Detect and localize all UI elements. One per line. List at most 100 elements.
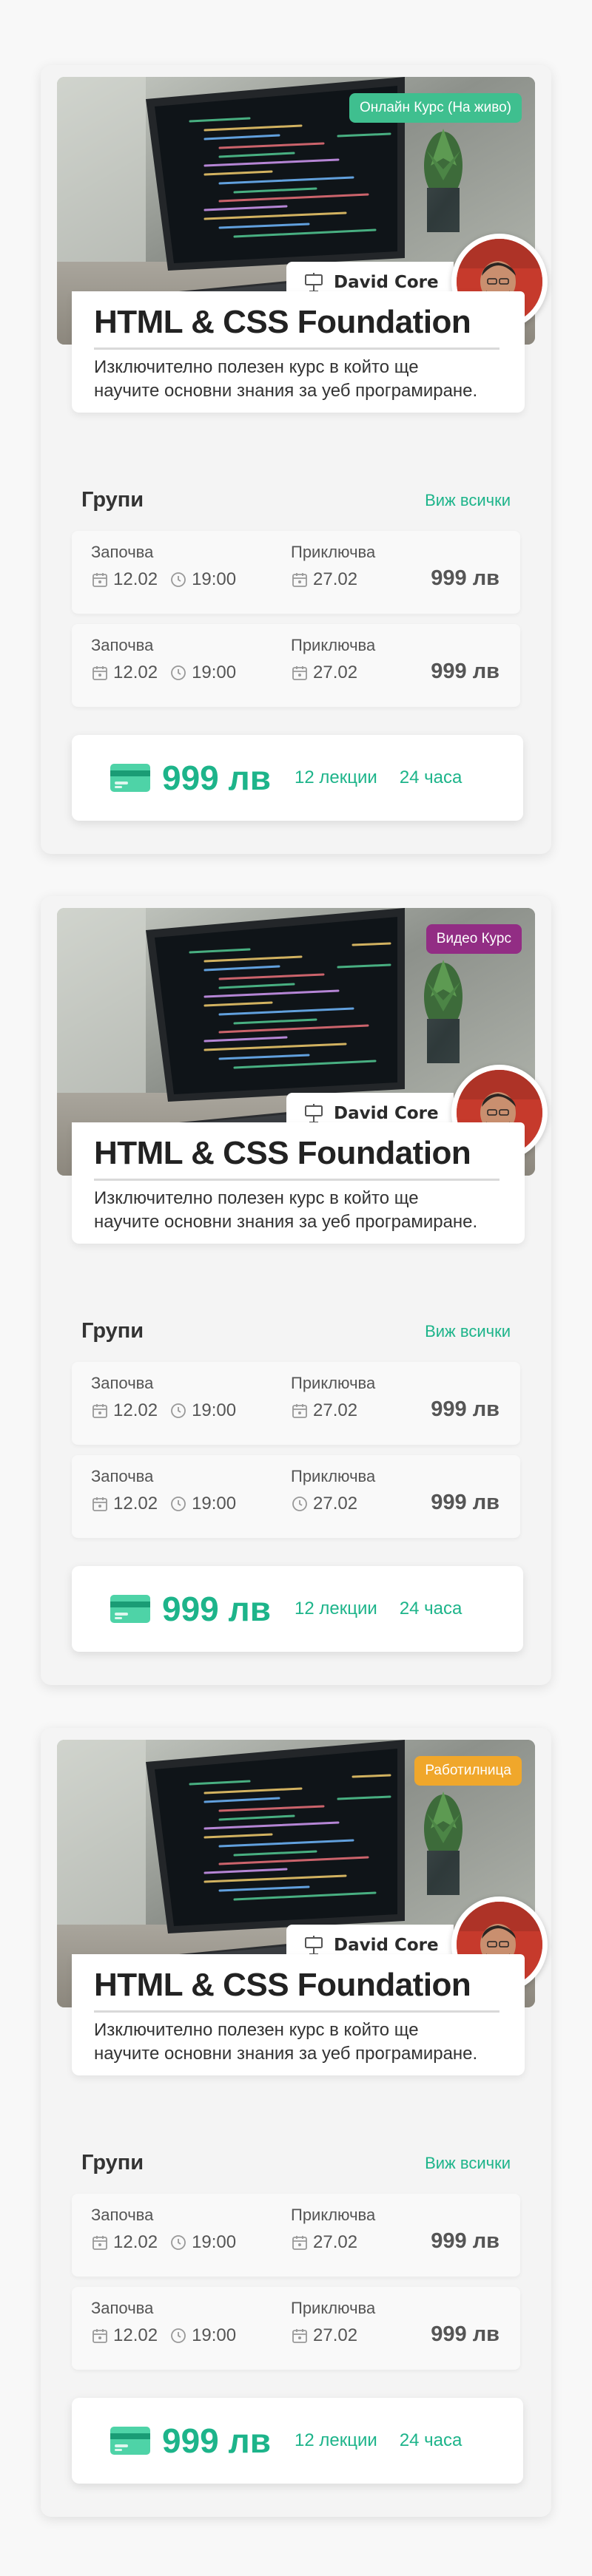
group-start: Започва 12.02 19:00 <box>91 1374 236 1421</box>
start-date: 12.02 <box>113 1400 158 1420</box>
group-end: Приключва 27.02 <box>291 1374 375 1421</box>
groups-header: Групи Виж всички <box>81 1319 511 1343</box>
end-date: 27.02 <box>313 1494 358 1514</box>
calendar-icon <box>292 2329 307 2343</box>
start-time: 19:00 <box>192 2232 237 2252</box>
course-price: 999 лв <box>162 1590 272 1628</box>
group-row[interactable]: Започва 12.02 19:00 Приключва 27.02 999 … <box>72 2287 520 2370</box>
teacher-board-icon <box>305 1936 323 1955</box>
course-title[interactable]: HTML & CSS Foundation <box>94 302 500 350</box>
end-label: Приключва <box>291 543 376 561</box>
course-title[interactable]: HTML & CSS Foundation <box>94 1133 500 1181</box>
group-row[interactable]: Започва 12.02 19:00 Приключва 27.02 999 … <box>72 624 520 707</box>
lectures-count: 12 лекции <box>295 767 377 787</box>
groups-title: Групи <box>81 488 144 512</box>
group-row[interactable]: Започва 12.02 19:00 Приключва 27.02 999 … <box>72 1455 520 1538</box>
start-date: 12.02 <box>113 569 158 589</box>
calendar-icon <box>92 1497 107 1511</box>
clock-icon <box>171 1497 186 1511</box>
group-start: Започва 12.02 19:00 <box>91 2206 236 2253</box>
see-all-link[interactable]: Виж всички <box>425 1322 511 1341</box>
group-price: 999 лв <box>431 1491 500 1514</box>
start-date: 12.02 <box>113 2325 158 2345</box>
calendar-icon <box>92 2236 107 2250</box>
credit-card-icon <box>110 764 150 792</box>
course-description: Изключително полезен курс в който ще нау… <box>94 1188 478 1232</box>
group-start: Започва 12.02 19:00 <box>91 543 236 590</box>
group-row[interactable]: Започва 12.02 19:00 Приключва 27.02 999 … <box>72 531 520 614</box>
course-price: 999 лв <box>162 759 272 797</box>
group-start: Започва 12.02 19:00 <box>91 2299 236 2346</box>
course-hours: 24 часа <box>399 2430 462 2450</box>
group-end: Приключва 27.02 <box>291 2299 375 2346</box>
start-label: Започва <box>91 1374 154 1392</box>
start-label: Започва <box>91 2206 154 2224</box>
course-description: Изключително полезен курс в който ще нау… <box>94 357 478 401</box>
credit-card-icon <box>110 2427 150 2455</box>
start-label: Започва <box>91 543 154 561</box>
course-card[interactable]: Видео Курс David Core HTML & CSS Foundat… <box>41 896 551 1685</box>
lectures-count: 12 лекции <box>295 1599 377 1619</box>
start-date: 12.02 <box>113 662 158 682</box>
start-time: 19:00 <box>192 569 237 589</box>
start-time: 19:00 <box>192 2325 237 2345</box>
course-card[interactable]: Работилница David Core HTML & CSS Founda… <box>41 1728 551 2517</box>
see-all-link[interactable]: Виж всички <box>425 491 511 510</box>
course-title[interactable]: HTML & CSS Foundation <box>94 1965 500 2013</box>
group-row[interactable]: Започва 12.02 19:00 Приключва 27.02 999 … <box>72 1362 520 1445</box>
clock-icon <box>171 2235 186 2250</box>
teacher-board-icon <box>305 1104 323 1123</box>
course-info: HTML & CSS Foundation Изключително полез… <box>72 1122 525 1244</box>
clock-icon <box>171 665 186 680</box>
calendar-icon <box>92 1404 107 1418</box>
start-label: Започва <box>91 1467 154 1485</box>
group-row[interactable]: Започва 12.02 19:00 Приключва 27.02 999 … <box>72 2194 520 2277</box>
course-card-list: Онлайн Курс (На живо) David Core HTML & … <box>0 0 592 2576</box>
start-date: 12.02 <box>113 1494 158 1514</box>
course-card[interactable]: Онлайн Курс (На живо) David Core HTML & … <box>41 65 551 854</box>
end-date: 27.02 <box>313 2232 358 2252</box>
group-start: Започва 12.02 19:00 <box>91 1467 236 1514</box>
course-price: 999 лв <box>162 2421 272 2460</box>
clock-icon <box>171 1403 186 1418</box>
course-type-badge: Видео Курс <box>426 924 522 954</box>
end-date: 27.02 <box>313 569 358 589</box>
clock-icon <box>171 572 186 587</box>
start-time: 19:00 <box>192 1400 237 1420</box>
end-label: Приключва <box>291 1374 376 1392</box>
clock-icon <box>171 2328 186 2343</box>
course-price-bar[interactable]: 999 лв 12 лекции 24 часа <box>72 1566 523 1652</box>
author-name: David Core <box>334 1936 439 1955</box>
group-price: 999 лв <box>431 660 500 683</box>
group-price: 999 лв <box>431 566 500 590</box>
groups-header: Групи Виж всички <box>81 2151 511 2175</box>
start-label: Започва <box>91 2299 154 2317</box>
credit-card-icon <box>110 1595 150 1623</box>
end-label: Приключва <box>291 2299 376 2317</box>
start-time: 19:00 <box>192 1494 237 1514</box>
groups-header: Групи Виж всички <box>81 488 511 512</box>
end-date: 27.02 <box>313 2325 358 2345</box>
course-info: HTML & CSS Foundation Изключително полез… <box>72 1954 525 2075</box>
group-price: 999 лв <box>431 2229 500 2253</box>
course-description: Изключително полезен курс в който ще нау… <box>94 2020 478 2064</box>
course-price-bar[interactable]: 999 лв 12 лекции 24 часа <box>72 2398 523 2484</box>
start-date: 12.02 <box>113 2232 158 2252</box>
course-hours: 24 часа <box>399 767 462 787</box>
lectures-count: 12 лекции <box>295 2430 377 2450</box>
calendar-icon <box>92 2329 107 2343</box>
group-end: Приключва 27.02 <box>291 2206 375 2253</box>
calendar-icon <box>292 1404 307 1418</box>
calendar-icon <box>292 666 307 680</box>
course-info: HTML & CSS Foundation Изключително полез… <box>72 291 525 413</box>
calendar-icon <box>92 573 107 587</box>
group-end: Приключва 27.02 <box>291 543 375 590</box>
course-hours: 24 часа <box>399 1599 462 1619</box>
course-price-bar[interactable]: 999 лв 12 лекции 24 часа <box>72 735 523 821</box>
course-type-badge: Работилница <box>414 1756 522 1786</box>
course-type-badge: Онлайн Курс (На живо) <box>349 93 522 123</box>
see-all-link[interactable]: Виж всички <box>425 2154 511 2173</box>
group-price: 999 лв <box>431 2322 500 2346</box>
calendar-icon <box>292 573 307 587</box>
end-date: 27.02 <box>313 662 358 682</box>
